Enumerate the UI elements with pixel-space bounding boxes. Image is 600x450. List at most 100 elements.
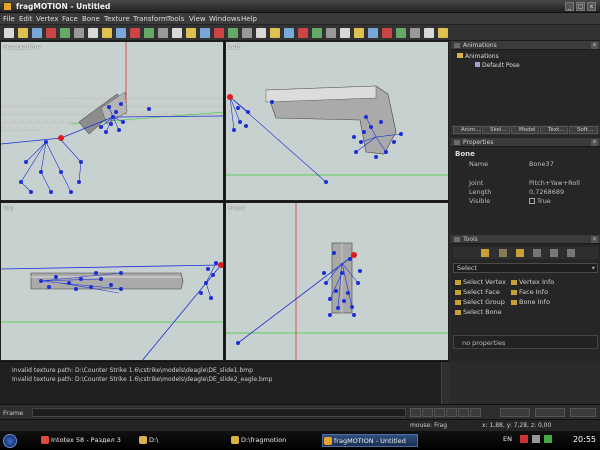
frame-slider[interactable]	[32, 408, 406, 417]
paint-icon[interactable]	[410, 28, 420, 38]
tray-icon[interactable]	[520, 435, 528, 443]
viewport-top[interactable]: Top	[0, 202, 224, 361]
menu-windows[interactable]: Windows	[209, 15, 240, 23]
paste-icon[interactable]	[102, 28, 112, 38]
task-folder-fragmotion[interactable]: D:\fragmotion	[230, 434, 318, 447]
bone-weight-icon[interactable]	[228, 28, 238, 38]
start-button[interactable]	[3, 434, 17, 448]
copy-icon[interactable]	[88, 28, 98, 38]
tools-panel-title[interactable]: Tools x	[451, 235, 600, 244]
menu-edit[interactable]: Edit	[19, 15, 33, 23]
bone-scale-icon[interactable]	[186, 28, 196, 38]
play-start-icon[interactable]	[410, 408, 421, 417]
bone-icon[interactable]	[116, 28, 126, 38]
tool-bone-icon[interactable]	[481, 249, 489, 257]
tab-texture[interactable]: Text...	[540, 126, 568, 134]
tool-mode-select[interactable]: Select ▾	[453, 263, 598, 273]
tool-bone-info[interactable]: Bone Info	[511, 298, 550, 306]
cut-icon[interactable]	[74, 28, 84, 38]
tool-select-face[interactable]: Select Face	[455, 288, 500, 296]
record-icon[interactable]	[284, 28, 294, 38]
menu-tools[interactable]: Tools	[167, 15, 184, 23]
open-icon[interactable]	[18, 28, 28, 38]
tool-extra-icon[interactable]	[567, 249, 575, 257]
play-forward-icon[interactable]	[458, 408, 469, 417]
tool-rotate-icon[interactable]	[533, 249, 541, 257]
help-icon[interactable]	[438, 28, 448, 38]
checkbox-icon[interactable]	[529, 198, 535, 204]
viewport-front[interactable]: Front	[225, 202, 449, 361]
tool-select-group[interactable]: Select Group	[455, 298, 505, 306]
task-folder-d[interactable]: D:\	[138, 434, 228, 447]
wireframe-icon[interactable]	[424, 28, 434, 38]
play-end-icon[interactable]	[470, 408, 481, 417]
play-icon[interactable]	[434, 408, 445, 417]
save-icon[interactable]	[32, 28, 42, 38]
close-icon[interactable]: x	[591, 139, 598, 146]
vertex-select-icon[interactable]	[298, 28, 308, 38]
redo-icon[interactable]	[60, 28, 70, 38]
view-top-icon[interactable]	[270, 28, 280, 38]
maximize-button[interactable]: □	[576, 2, 585, 11]
fps-field[interactable]	[535, 408, 565, 417]
task-browser[interactable]: Intotex 58 - Раздел 3	[40, 434, 136, 447]
axis-icon[interactable]	[340, 28, 350, 38]
prop-visible-value[interactable]: True	[529, 197, 551, 205]
new-file-icon[interactable]	[4, 28, 14, 38]
minimize-button[interactable]: _	[565, 2, 574, 11]
prop-length-value[interactable]: 0,7268689	[529, 188, 564, 196]
bone-move-icon[interactable]	[158, 28, 168, 38]
tool-select-bone[interactable]: Select Bone	[455, 308, 502, 316]
undo-icon[interactable]	[46, 28, 56, 38]
object-select-icon[interactable]	[326, 28, 336, 38]
snap-icon[interactable]	[396, 28, 406, 38]
bone-mirror-icon[interactable]	[214, 28, 224, 38]
close-icon[interactable]: x	[591, 42, 598, 49]
close-icon[interactable]: x	[591, 236, 598, 243]
stop-icon[interactable]	[446, 408, 457, 417]
animations-panel-title[interactable]: Animations x	[451, 41, 600, 50]
menu-view[interactable]: View	[189, 15, 206, 23]
tree-item-animations[interactable]: Animations	[457, 53, 499, 60]
tab-animations[interactable]: Anim...	[453, 126, 481, 134]
prop-name-value[interactable]: Bone37	[529, 160, 554, 168]
view-front-icon[interactable]	[242, 28, 252, 38]
bone-add-icon[interactable]	[144, 28, 154, 38]
viewport-perspective[interactable]: Perspective	[0, 41, 224, 201]
volume-icon[interactable]	[532, 435, 540, 443]
tab-soft[interactable]: Soft...	[569, 126, 598, 134]
tab-skeleton[interactable]: Skel...	[482, 126, 510, 134]
tool-select-vertex[interactable]: Select Vertex	[455, 278, 506, 286]
rotate-icon[interactable]	[368, 28, 378, 38]
menu-bone[interactable]: Bone	[82, 15, 100, 23]
scale-icon[interactable]	[382, 28, 392, 38]
properties-panel-title[interactable]: Properties x	[451, 138, 600, 147]
menu-file[interactable]: File	[3, 15, 15, 23]
tab-model[interactable]: Model	[511, 126, 539, 134]
close-button[interactable]: x	[587, 2, 596, 11]
face-select-icon[interactable]	[312, 28, 322, 38]
bone-select-icon[interactable]	[130, 28, 140, 38]
bone-link-icon[interactable]	[200, 28, 210, 38]
tool-face-info[interactable]: Face Info	[511, 288, 548, 296]
tree-item-default-pose[interactable]: Default Pose	[475, 62, 520, 69]
play-back-icon[interactable]	[422, 408, 433, 417]
language-indicator[interactable]: EN	[503, 435, 512, 443]
console-scrollbar[interactable]	[441, 362, 449, 405]
tool-scale-icon[interactable]	[550, 249, 558, 257]
tool-vertex-info[interactable]: Vertex Info	[511, 278, 554, 286]
tool-move-icon[interactable]	[516, 249, 524, 257]
menu-transform[interactable]: Transform	[133, 15, 168, 23]
network-icon[interactable]	[544, 435, 552, 443]
task-fragmotion[interactable]: fragMOTION - Untitled	[322, 434, 418, 447]
prop-joint-value[interactable]: Pitch+Yaw+Roll	[529, 179, 580, 187]
view-side-icon[interactable]	[256, 28, 266, 38]
menu-vertex[interactable]: Vertex	[36, 15, 59, 23]
loop-toggle[interactable]	[570, 408, 596, 417]
menu-help[interactable]: Help	[241, 15, 257, 23]
move-icon[interactable]	[354, 28, 364, 38]
menu-face[interactable]: Face	[62, 15, 78, 23]
bone-rotate-icon[interactable]	[172, 28, 182, 38]
viewport-left[interactable]: Left	[225, 41, 449, 201]
tool-joint-icon[interactable]	[499, 249, 507, 257]
